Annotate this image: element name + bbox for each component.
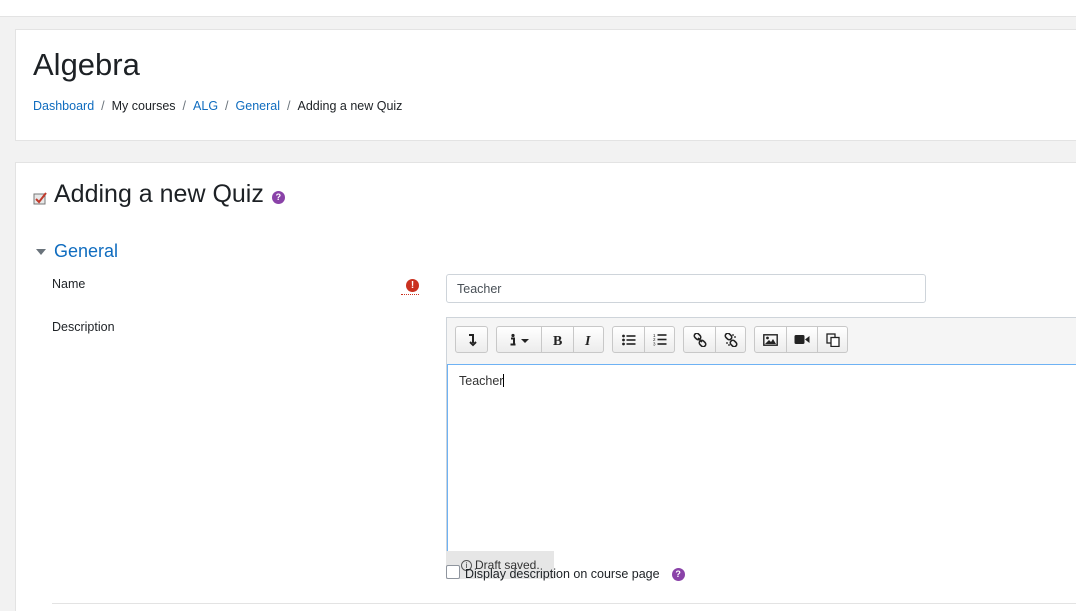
breadcrumb-dashboard[interactable]: Dashboard xyxy=(33,99,94,113)
display-description-row: Display description on course page ? xyxy=(465,567,685,581)
page-title: Adding a new Quiz xyxy=(54,180,264,208)
text-cursor xyxy=(503,374,505,387)
breadcrumb-section[interactable]: General xyxy=(236,99,280,113)
ordered-list-button[interactable]: 123 xyxy=(645,326,675,353)
top-navbar xyxy=(0,0,1076,17)
chevron-down-icon xyxy=(36,248,46,255)
collapse-icon xyxy=(468,333,477,346)
main-content: Adding a new Quiz ? General Name ! Descr… xyxy=(15,162,1076,611)
name-input[interactable] xyxy=(446,274,926,303)
toolbar-group-links xyxy=(683,326,746,353)
toolbar-group-media xyxy=(754,326,848,353)
breadcrumb-current: Adding a new Quiz xyxy=(297,99,403,113)
breadcrumb-separator: / xyxy=(287,99,291,113)
image-button[interactable] xyxy=(754,326,787,353)
paste-button[interactable] xyxy=(818,326,848,353)
image-icon xyxy=(763,333,778,346)
editor-toolbar: B I 123 xyxy=(455,326,856,353)
ordered-list-icon: 123 xyxy=(653,333,666,347)
course-title: Algebra xyxy=(33,47,140,82)
section-divider xyxy=(52,603,1076,604)
required-underline xyxy=(401,294,419,295)
video-button[interactable] xyxy=(787,326,818,353)
required-icon: ! xyxy=(406,279,419,292)
paste-icon xyxy=(825,332,840,347)
help-icon[interactable]: ? xyxy=(671,567,685,581)
toolbar-group-format: B I xyxy=(496,326,604,353)
page-heading: Adding a new Quiz ? xyxy=(33,180,285,209)
link-button[interactable] xyxy=(683,326,716,353)
bold-icon: B xyxy=(553,334,562,347)
quiz-icon xyxy=(33,191,47,204)
unlink-button[interactable] xyxy=(716,326,746,353)
section-title[interactable]: General xyxy=(54,241,118,262)
unlink-icon xyxy=(723,332,738,347)
italic-icon: I xyxy=(584,334,591,347)
link-icon xyxy=(692,332,707,347)
video-icon xyxy=(794,335,810,344)
svg-text:I: I xyxy=(584,334,591,347)
breadcrumb-separator: / xyxy=(101,99,105,113)
info-icon xyxy=(510,333,529,345)
toolbar-group-collapse xyxy=(455,326,488,353)
unordered-list-button[interactable] xyxy=(612,326,645,353)
help-icon[interactable]: ? xyxy=(271,190,285,204)
breadcrumb-course[interactable]: ALG xyxy=(193,99,218,113)
breadcrumb-my-courses: My courses xyxy=(111,99,176,113)
svg-text:B: B xyxy=(553,334,562,347)
description-text: Teacher xyxy=(459,374,504,388)
display-description-label: Display description on course page xyxy=(465,567,660,581)
description-editor-content[interactable]: Teacher xyxy=(447,364,1076,552)
name-label: Name xyxy=(52,277,86,291)
section-general-toggle[interactable]: General xyxy=(36,241,118,262)
page-header: Algebra Dashboard / My courses / ALG / G… xyxy=(15,29,1076,141)
description-label: Description xyxy=(52,320,115,334)
bold-button[interactable]: B xyxy=(542,326,574,353)
collapse-button[interactable] xyxy=(455,326,488,353)
display-description-checkbox[interactable] xyxy=(446,565,460,579)
breadcrumb: Dashboard / My courses / ALG / General /… xyxy=(33,99,402,113)
svg-text:3: 3 xyxy=(653,342,656,347)
breadcrumb-separator: / xyxy=(182,99,187,113)
italic-button[interactable]: I xyxy=(574,326,604,353)
toolbar-group-lists: 123 xyxy=(612,326,675,353)
paragraph-styles-button[interactable] xyxy=(496,326,542,353)
breadcrumb-separator: / xyxy=(225,99,229,113)
description-editor: B I 123 Teacher xyxy=(446,317,1076,552)
unordered-list-icon xyxy=(621,334,635,345)
